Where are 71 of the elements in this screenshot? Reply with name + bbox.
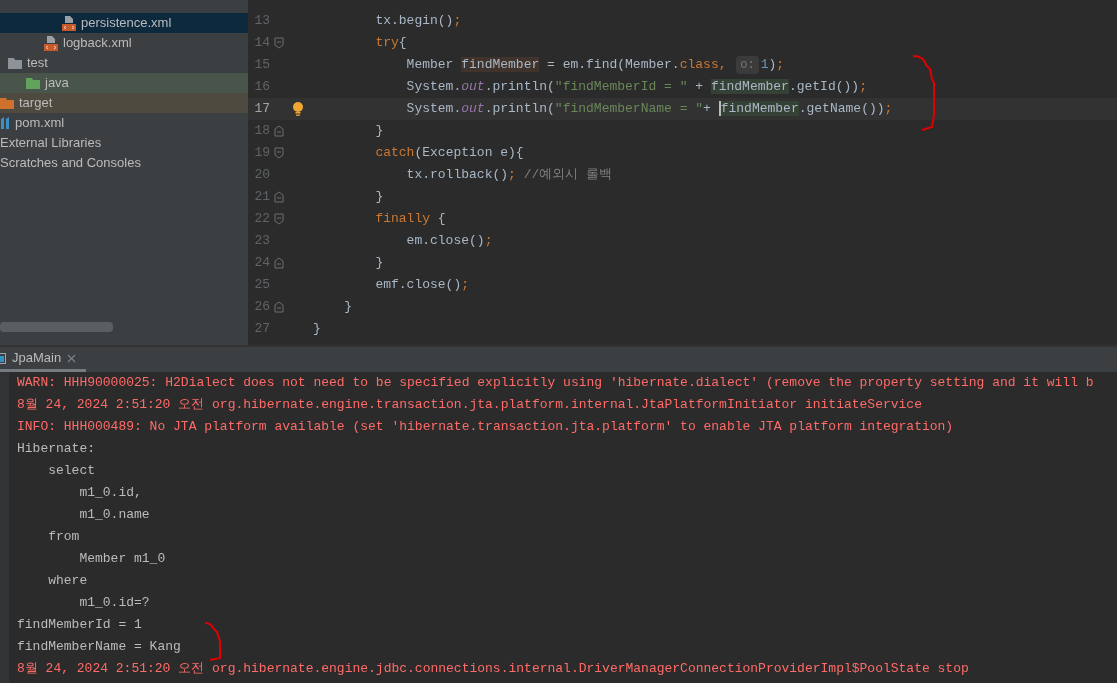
tree-item[interactable]: test bbox=[0, 53, 248, 73]
tree-label: logback.xml bbox=[63, 34, 132, 53]
code-text: } bbox=[374, 122, 384, 141]
maven-file-icon bbox=[0, 116, 10, 130]
line-number: 17 bbox=[253, 100, 270, 119]
line-number: 13 bbox=[253, 12, 270, 31]
code-text: } bbox=[343, 298, 352, 317]
tree-label: External Libraries bbox=[0, 134, 102, 153]
folder-icon bbox=[26, 77, 40, 89]
tree-item[interactable]: pom.xml bbox=[0, 113, 248, 133]
tree-item[interactable]: java bbox=[0, 73, 248, 93]
code-text: try{ bbox=[374, 34, 407, 53]
parameter-hint: o: bbox=[736, 56, 759, 74]
tree-item[interactable]: logback.xml bbox=[0, 33, 248, 53]
tree-item[interactable]: Scratches and Consoles bbox=[0, 153, 248, 173]
code-text: System.out.println("findMemberName = "+ findMember.getName()); bbox=[405, 100, 893, 119]
console-line: m1_0.id=? bbox=[78, 595, 150, 610]
console-line: 8월 24, 2024 2:51:20 오전 org.hibernate.engine.transaction.jta.platform.internal.JtaPlatformInitiator initiateService bbox=[17, 397, 922, 412]
console-line: INFO: HHH000489: No JTA platform available (set 'hibernate.transaction.jta.platform' to enable JTA platform integration) bbox=[17, 419, 954, 434]
folder-icon bbox=[8, 57, 22, 69]
line-number: 18 bbox=[253, 122, 270, 141]
close-icon bbox=[67, 353, 77, 363]
console-line: findMemberName = Kang bbox=[17, 639, 181, 654]
tree-label: java bbox=[45, 74, 69, 93]
code-text: catch(Exception e){ bbox=[374, 144, 524, 163]
code-text: System.out.println("findMemberId = " + findMember.getId()); bbox=[405, 78, 867, 97]
console-line: WARN: HHH90000025: H2Dialect does not need to be specified explicitly using 'hibernate.dialect' (remove the property setting and it will b bbox=[17, 375, 1094, 390]
code-text: 1); bbox=[760, 56, 785, 75]
console-line: 8월 24, 2024 2:51:20 오전 org.hibernate.engine.jdbc.connections.internal.DriverManagerConnectionProviderImpl$PoolState stop bbox=[17, 661, 969, 676]
line-number: 26 bbox=[253, 298, 270, 317]
tree-label: target bbox=[19, 94, 53, 113]
scrollbar[interactable] bbox=[0, 322, 113, 332]
code-text: Member findMember = em.find(Member.class, bbox=[405, 56, 728, 75]
console-line: findMemberId = 1 bbox=[17, 617, 142, 632]
folder-icon bbox=[0, 97, 14, 109]
line-number: 24 bbox=[253, 254, 270, 273]
code-text: } bbox=[313, 320, 321, 339]
line-number: 19 bbox=[253, 144, 270, 163]
code-text: } bbox=[374, 254, 384, 273]
console-line: from bbox=[47, 529, 80, 544]
line-number: 15 bbox=[253, 56, 270, 75]
run-tab[interactable]: JpaMain bbox=[0, 347, 87, 372]
code-text: em.close(); bbox=[405, 232, 493, 251]
console-line: select bbox=[47, 463, 95, 478]
console-line: Member m1_0 bbox=[78, 551, 167, 566]
code-text: tx.rollback(); //예외시 롤백 bbox=[405, 166, 613, 185]
tree-label: test bbox=[27, 54, 48, 73]
code-text: } bbox=[374, 188, 384, 207]
code-text: tx.begin(); bbox=[374, 12, 462, 31]
xml-file-icon bbox=[62, 15, 76, 31]
line-number: 14 bbox=[253, 34, 270, 53]
line-number: 25 bbox=[253, 276, 270, 295]
code-text: emf.close(); bbox=[374, 276, 470, 295]
line-number: 23 bbox=[253, 232, 270, 251]
tree-item[interactable]: External Libraries bbox=[0, 133, 248, 153]
line-number: 21 bbox=[253, 188, 270, 207]
tree-label: Scratches and Consoles bbox=[0, 154, 141, 173]
line-number: 16 bbox=[253, 78, 270, 97]
line-number: 22 bbox=[253, 210, 270, 229]
tree-label: pom.xml bbox=[15, 114, 65, 133]
console-line: m1_0.name bbox=[78, 507, 151, 522]
console-line: Hibernate: bbox=[17, 441, 96, 456]
line-number: 20 bbox=[253, 166, 270, 185]
console-line: m1_0.id, bbox=[78, 485, 142, 500]
console-line: where bbox=[47, 573, 88, 588]
code-text: finally { bbox=[374, 210, 446, 229]
tree-item[interactable]: persistence.xml bbox=[0, 13, 248, 33]
xml-file-icon bbox=[44, 35, 58, 51]
tree-label: persistence.xml bbox=[81, 14, 172, 33]
tree-item[interactable]: target bbox=[0, 93, 248, 113]
line-number: 27 bbox=[253, 320, 270, 339]
